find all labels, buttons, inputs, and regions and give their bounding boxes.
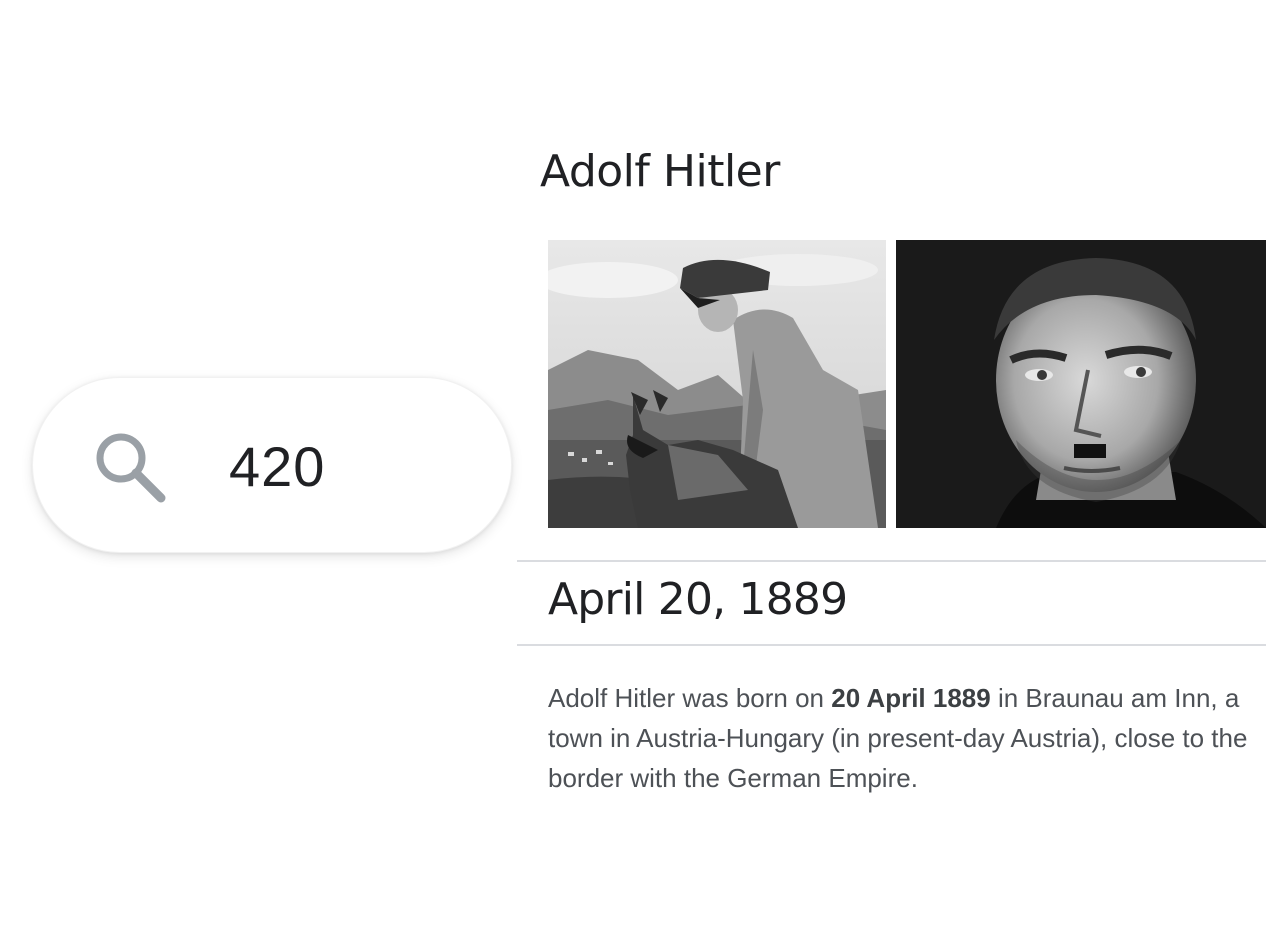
search-icon[interactable] (91, 428, 171, 508)
search-input[interactable] (229, 426, 479, 506)
snippet-text-before: Adolf Hitler was born on (548, 683, 832, 713)
panel-title: Adolf Hitler (540, 146, 780, 197)
answer-snippet: Adolf Hitler was born on 20 April 1889 i… (548, 678, 1248, 798)
search-bar[interactable] (32, 377, 512, 553)
divider (517, 644, 1266, 646)
panel-image-2[interactable] (896, 240, 1266, 528)
answer-date: April 20, 1889 (548, 574, 848, 625)
panel-image-1[interactable] (548, 240, 886, 528)
snippet-highlight: 20 April 1889 (831, 683, 991, 713)
divider (517, 560, 1266, 562)
